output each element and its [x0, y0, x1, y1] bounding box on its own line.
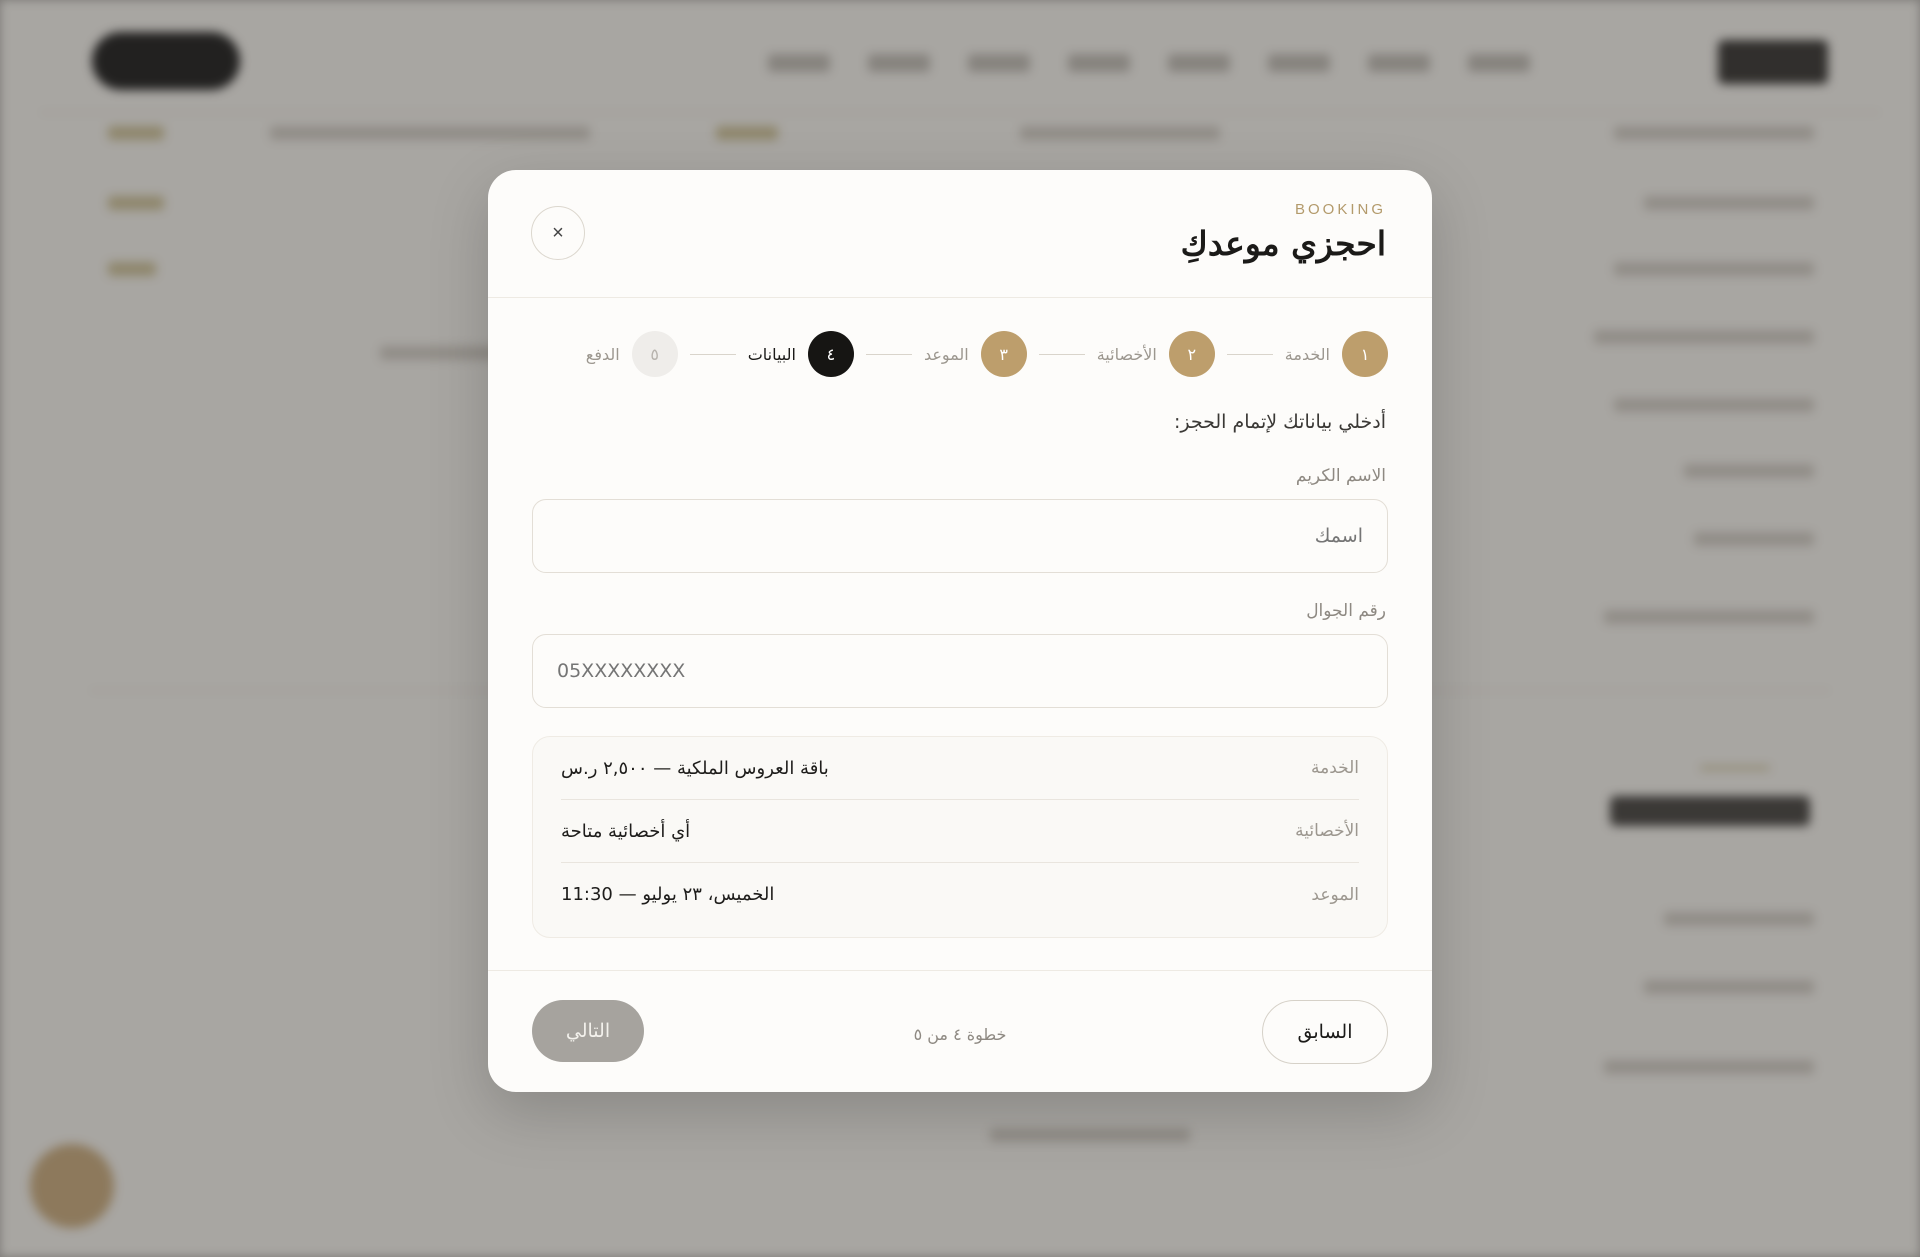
summary-row-specialist: الأخصائية أي أخصائية متاحة	[561, 800, 1359, 863]
summary-value: باقة العروس الملكية — ٢,٥٠٠ ر.س	[561, 757, 829, 779]
close-icon: ×	[552, 221, 564, 244]
phone-input[interactable]	[532, 634, 1388, 708]
step-appointment: ٣ الموعد	[924, 331, 1027, 377]
summary-key: الموعد	[1311, 884, 1359, 905]
step-payment: ٥ الدفع	[586, 331, 678, 377]
close-button[interactable]: ×	[531, 206, 585, 260]
phone-label: رقم الجوال	[1306, 601, 1386, 621]
next-button[interactable]: التالي	[532, 1000, 644, 1062]
step-label: الخدمة	[1284, 344, 1330, 364]
form-intro: أدخلي بياناتك لإتمام الحجز:	[1173, 411, 1386, 433]
booking-stepper: ١ الخدمة ٢ الأخصائية ٣ الموعد ٤ البيانات…	[586, 331, 1388, 377]
step-connector	[689, 353, 736, 355]
step-details: ٤ البيانات	[748, 331, 854, 377]
summary-key: الأخصائية	[1295, 821, 1359, 841]
summary-key: الخدمة	[1310, 758, 1359, 778]
step-label: الدفع	[585, 344, 620, 364]
booking-summary: الخدمة باقة العروس الملكية — ٢,٥٠٠ ر.س ا…	[532, 736, 1388, 938]
step-specialist: ٢ الأخصائية	[1097, 331, 1215, 377]
step-number: ٤	[807, 331, 854, 377]
booking-modal: BOOKING احجزي موعدكِ × ١ الخدمة ٢ الأخصا…	[488, 170, 1432, 1092]
step-connector	[865, 353, 912, 355]
step-number: ٢	[1168, 331, 1215, 377]
modal-overline: BOOKING	[1294, 201, 1386, 218]
step-label: الأخصائية	[1096, 344, 1157, 364]
modal-footer: السابق خطوة ٤ من ٥ التالي	[488, 970, 1432, 1092]
step-label: الموعد	[923, 344, 969, 364]
name-label: الاسم الكريم	[1295, 466, 1386, 486]
summary-row-appointment: الموعد الخميس، ٢٣ يوليو — 11:30	[561, 863, 1359, 926]
summary-row-service: الخدمة باقة العروس الملكية — ٢,٥٠٠ ر.س	[561, 737, 1359, 800]
summary-value: أي أخصائية متاحة	[561, 820, 691, 842]
modal-title: احجزي موعدكِ	[1180, 224, 1386, 263]
modal-header: BOOKING احجزي موعدكِ ×	[488, 170, 1432, 298]
step-service: ١ الخدمة	[1285, 331, 1388, 377]
step-number: ٣	[980, 331, 1027, 377]
step-label: البيانات	[747, 344, 796, 364]
summary-value: الخميس، ٢٣ يوليو — 11:30	[561, 884, 775, 905]
step-connector	[1226, 353, 1273, 355]
step-number: ١	[1342, 331, 1388, 377]
name-input[interactable]	[532, 499, 1388, 573]
step-connector	[1038, 353, 1085, 355]
step-number: ٥	[631, 331, 678, 377]
